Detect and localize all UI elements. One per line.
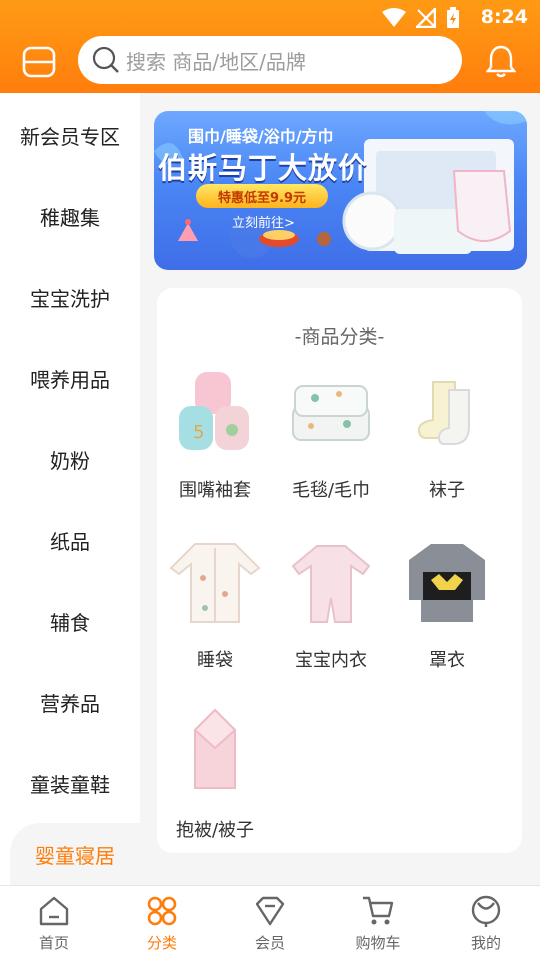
tab-profile[interactable]: 我的 [432, 886, 540, 960]
tab-label: 购物车 [355, 934, 401, 952]
category-label: 睡袋 [197, 650, 233, 671]
sidebar-item-feeding[interactable]: 喂养用品 [0, 338, 140, 418]
sidebar-item-complementary-food[interactable]: 辅食 [0, 581, 140, 661]
category-item-bib-sleeves[interactable]: 5 围嘴袖套 [157, 368, 273, 502]
socks-image [417, 381, 470, 445]
category-card-title: -商品分类- [294, 326, 385, 348]
tab-label: 会员 [254, 934, 285, 952]
category-item-blanket-towel[interactable]: 毛毯/毛巾 [273, 368, 389, 502]
tab-category[interactable]: 分类 [108, 886, 216, 960]
category-item-sleeping-bag[interactable]: 睡袋 [157, 538, 273, 672]
member-diamond-icon [255, 896, 285, 926]
sidebar-item-new-member[interactable]: 新会员专区 [0, 95, 140, 175]
banner-promo-badge: 特惠低至9.9元 [196, 184, 328, 208]
category-item-baby-underwear[interactable]: 宝宝内衣 [273, 538, 389, 672]
baby-underwear-image [291, 545, 371, 623]
svg-text:5: 5 [193, 422, 204, 443]
category-label: 罩衣 [429, 650, 465, 671]
banner-subtitle: 围巾/睡袋/浴巾/方巾 [188, 127, 334, 146]
sidebar-item-bedding[interactable]: 婴童寝居 [10, 823, 140, 885]
smock-image [409, 544, 485, 622]
sidebar-item-zhiquji[interactable]: 稚趣集 [0, 176, 140, 256]
category-label: 围嘴袖套 [179, 480, 251, 501]
category-sidebar: 新会员专区 稚趣集 宝宝洗护 喂养用品 奶粉 纸品 辅食 营养品 童装童鞋 婴童… [0, 93, 140, 885]
category-item-swaddle-quilt[interactable]: 抱被/被子 [157, 708, 273, 842]
home-icon [39, 896, 69, 926]
swaddle-quilt-image [193, 708, 237, 789]
wifi-icon [382, 8, 406, 27]
sidebar-item-milk-powder[interactable]: 奶粉 [0, 419, 140, 499]
notification-bell-icon[interactable] [486, 44, 516, 78]
sidebar-item-paper[interactable]: 纸品 [0, 500, 140, 580]
sidebar-item-baby-wash[interactable]: 宝宝洗护 [0, 257, 140, 337]
category-item-socks[interactable]: 袜子 [389, 368, 505, 502]
category-label: 毛毯/毛巾 [291, 480, 371, 501]
tab-cart[interactable]: 购物车 [324, 886, 432, 960]
category-item-smock[interactable]: 罩衣 [389, 538, 505, 672]
tab-label: 首页 [38, 934, 69, 952]
profile-icon [471, 895, 501, 927]
clock: 8:24 [480, 6, 528, 28]
bottom-tab-bar: 首页 分类 会员 购物车 我的 [0, 885, 540, 960]
search-placeholder: 搜索 商品/地区/品牌 [126, 49, 306, 74]
cart-icon [363, 896, 394, 925]
sleeping-bag-image [169, 543, 261, 623]
tab-member[interactable]: 会员 [216, 886, 324, 960]
search-bar[interactable]: 搜索 商品/地区/品牌 [78, 36, 462, 84]
blanket-towel-image [292, 385, 370, 441]
battery-charging-icon [447, 7, 459, 28]
sidebar-item-kids-clothing[interactable]: 童装童鞋 [0, 743, 140, 823]
search-icon [92, 46, 119, 73]
tab-home[interactable]: 首页 [0, 886, 108, 960]
banner-cta-link[interactable]: 立刻前往> [232, 212, 295, 231]
category-icon [147, 896, 177, 926]
status-bar: 8:24 [0, 0, 540, 36]
tab-label: 分类 [146, 934, 177, 952]
sidebar-item-nutrition[interactable]: 营养品 [0, 662, 140, 742]
category-label: 袜子 [429, 480, 465, 501]
category-card: -商品分类- 5 围嘴袖套 毛毯/毛巾 袜子 睡袋 宝宝内衣 罩衣 抱被/被子 [157, 288, 522, 853]
signal-off-icon [416, 8, 436, 28]
banner-title: 伯斯马丁大放价 [158, 151, 369, 185]
menu-icon[interactable] [22, 46, 56, 78]
header: 8:24 搜索 商品/地区/品牌 [0, 0, 540, 93]
category-label: 宝宝内衣 [295, 650, 367, 671]
promo-banner[interactable]: 围巾/睡袋/浴巾/方巾 伯斯马丁大放价 特惠低至9.9元 立刻前往> [154, 111, 527, 270]
tab-label: 我的 [470, 934, 501, 952]
category-label: 抱被/被子 [175, 820, 255, 841]
bib-sleeves-image: 5 [179, 372, 249, 450]
